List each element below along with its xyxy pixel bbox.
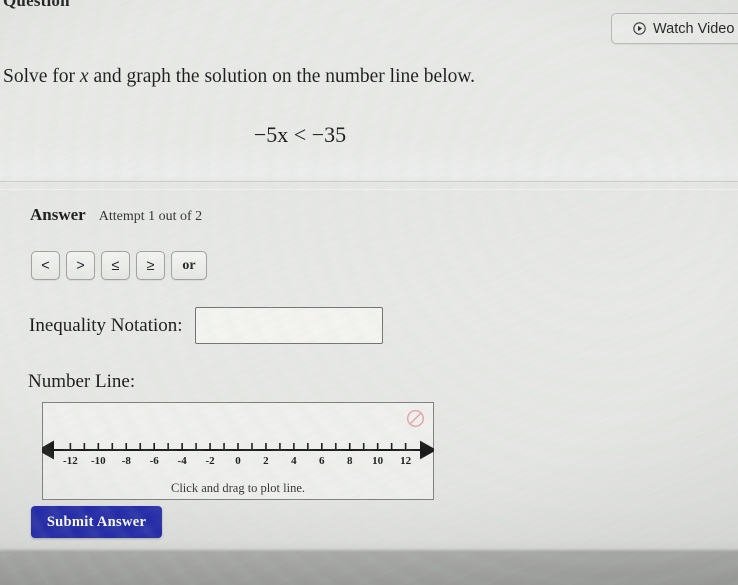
operator-button-greater-than[interactable]: > — [66, 251, 95, 280]
prompt-text-after: and graph the solution on the number lin… — [88, 66, 476, 87]
section-divider-highlight — [0, 189, 738, 190]
inequality-notation-label: Inequality Notation: — [29, 314, 183, 336]
screenshot-root: Question Watch Video Solve for x and gra… — [0, 0, 738, 585]
question-prompt: Solve for x and graph the solution on th… — [3, 66, 475, 88]
operator-button-greater-than-or-equal[interactable]: ≥ — [136, 251, 165, 280]
equation: −5x < −35 — [0, 122, 600, 148]
play-circle-icon — [633, 22, 646, 35]
operator-button-less-than[interactable]: < — [31, 251, 60, 280]
operator-button-or[interactable]: or — [171, 251, 207, 280]
watch-video-button[interactable]: Watch Video — [611, 13, 738, 44]
answer-section-header: Answer Attempt 1 out of 2 — [30, 205, 202, 225]
prompt-variable: x — [79, 66, 89, 87]
equation-text: −5x < −35 — [253, 122, 347, 147]
attempt-counter: Attempt 1 out of 2 — [98, 209, 203, 224]
number-line-hint: Click and drag to plot line. — [170, 481, 305, 495]
number-line-label: Number Line: — [28, 371, 136, 392]
inequality-notation-row: Inequality Notation: — [29, 307, 383, 344]
no-entry-icon[interactable] — [406, 409, 425, 428]
prompt-text-before: Solve for — [3, 66, 80, 87]
operator-button-group: < > ≤ ≥ or — [31, 251, 207, 280]
section-divider — [0, 181, 738, 182]
inequality-notation-input[interactable] — [194, 307, 383, 344]
submit-answer-button[interactable]: Submit Answer — [31, 506, 162, 538]
operator-button-less-than-or-equal[interactable]: ≤ — [101, 251, 130, 280]
answer-title: Answer — [30, 205, 86, 224]
page-title: Question — [3, 0, 70, 10]
watch-video-label: Watch Video — [653, 20, 735, 37]
